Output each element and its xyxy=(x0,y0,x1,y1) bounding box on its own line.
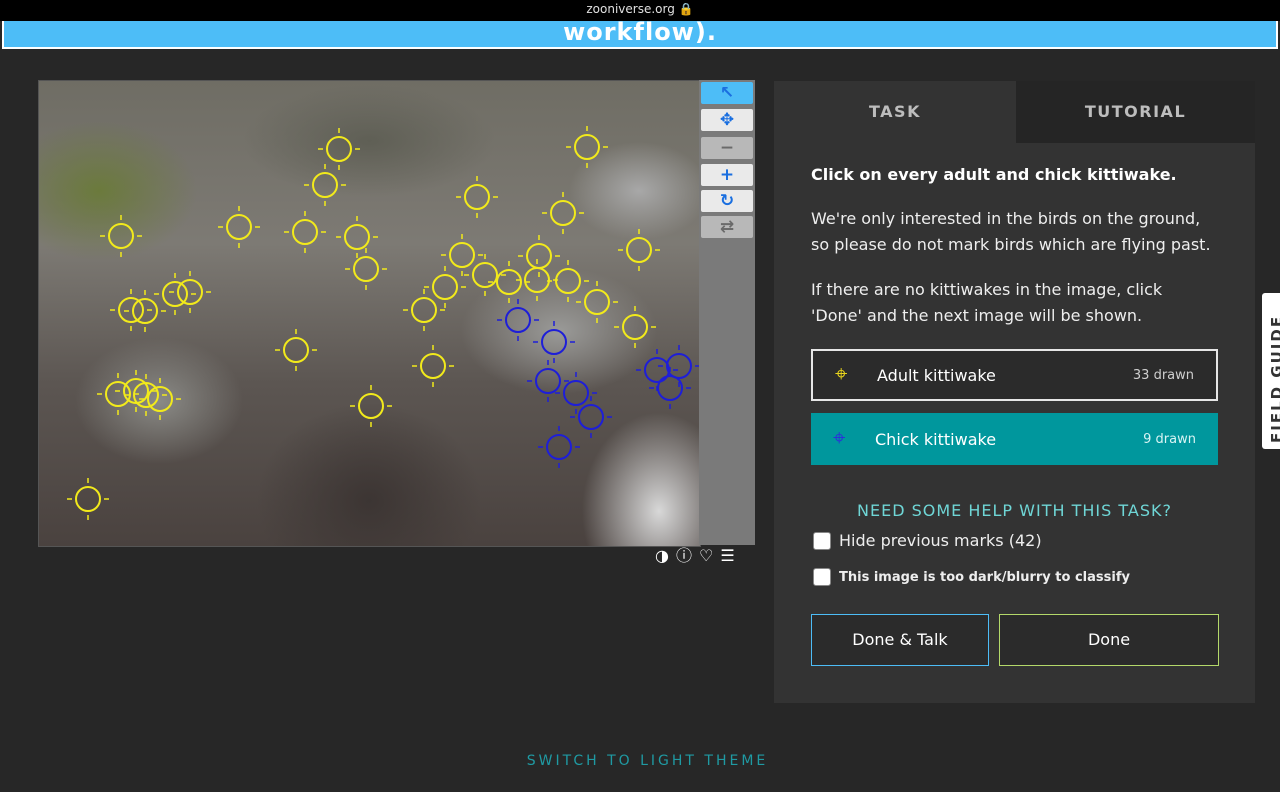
chick-kittiwake-mark[interactable] xyxy=(538,426,580,468)
reset-button[interactable]: ⇄ xyxy=(701,216,753,238)
tool-label: Adult kittiwake xyxy=(877,365,996,385)
adult-kittiwake-tool[interactable]: ⌖ Adult kittiwake 33 drawn xyxy=(811,349,1218,401)
adult-kittiwake-mark[interactable] xyxy=(542,192,584,234)
zoom-in-button[interactable]: + xyxy=(701,164,753,186)
adult-kittiwake-mark[interactable] xyxy=(350,385,392,427)
adult-kittiwake-mark[interactable] xyxy=(403,289,445,331)
instruction-line: We're only interested in the birds on th… xyxy=(811,209,1201,228)
invert-icon[interactable]: ◑ xyxy=(655,547,669,567)
task-question: Click on every adult and chick kittiwake… xyxy=(811,165,1177,184)
adult-kittiwake-mark[interactable] xyxy=(614,306,656,348)
subject-image[interactable] xyxy=(38,80,701,547)
adult-kittiwake-mark[interactable] xyxy=(345,248,387,290)
collections-icon[interactable]: ☰ xyxy=(720,547,734,567)
url-text: zooniverse.org 🔒 xyxy=(586,2,694,16)
adult-kittiwake-mark[interactable] xyxy=(100,215,142,257)
adult-kittiwake-mark[interactable] xyxy=(456,176,498,218)
crosshair-icon: ⌖ xyxy=(835,362,848,387)
done-button[interactable]: Done xyxy=(999,614,1219,666)
adult-kittiwake-mark[interactable] xyxy=(318,128,360,170)
favorite-icon[interactable]: ♡ xyxy=(699,547,713,567)
checkbox-label: This image is too dark/blurry to classif… xyxy=(839,569,1130,585)
browser-url-bar: zooniverse.org 🔒 xyxy=(0,0,1280,21)
plus-icon: + xyxy=(719,164,735,185)
adult-kittiwake-mark[interactable] xyxy=(412,345,454,387)
too-dark-checkbox[interactable]: This image is too dark/blurry to classif… xyxy=(813,568,1130,586)
chick-kittiwake-tool[interactable]: ⌖ Chick kittiwake 9 drawn xyxy=(811,413,1218,465)
tool-count: 9 drawn xyxy=(1143,431,1196,447)
task-instructions-2: If there are no kittiwakes in the image,… xyxy=(811,277,1231,329)
rotate-button[interactable]: ↻ xyxy=(701,190,753,212)
header-banner: workflow). xyxy=(2,21,1278,49)
task-instructions-1: We're only interested in the birds on th… xyxy=(811,206,1231,258)
done-and-talk-button[interactable]: Done & Talk xyxy=(811,614,989,666)
crosshair-icon: ⌖ xyxy=(833,426,846,451)
instruction-line: If there are no kittiwakes in the image,… xyxy=(811,280,1163,299)
zoom-out-button[interactable]: − xyxy=(701,137,753,159)
adult-kittiwake-mark[interactable] xyxy=(547,260,589,302)
chick-kittiwake-mark[interactable] xyxy=(527,360,569,402)
adult-kittiwake-mark[interactable] xyxy=(424,266,466,308)
marks-layer[interactable] xyxy=(39,81,700,546)
adult-kittiwake-mark[interactable] xyxy=(618,229,660,271)
chick-kittiwake-mark[interactable] xyxy=(555,372,597,414)
help-link[interactable]: NEED SOME HELP WITH THIS TASK? xyxy=(774,501,1255,520)
checkbox[interactable] xyxy=(813,531,831,550)
adult-kittiwake-mark[interactable] xyxy=(275,329,317,371)
instruction-line: 'Done' and the next image will be shown. xyxy=(811,306,1143,325)
adult-kittiwake-mark[interactable] xyxy=(518,235,560,277)
move-icon: ✥ xyxy=(719,109,735,130)
adult-kittiwake-mark[interactable] xyxy=(67,478,109,520)
info-icon[interactable]: ⓘ xyxy=(676,547,692,567)
tab-tutorial[interactable]: TUTORIAL xyxy=(1016,81,1255,143)
field-guide-tab[interactable]: FIELD GUIDE xyxy=(1262,293,1280,449)
adult-kittiwake-mark[interactable] xyxy=(284,211,326,253)
rotate-icon: ↻ xyxy=(719,190,735,211)
adult-kittiwake-mark[interactable] xyxy=(576,281,618,323)
theme-switch-link[interactable]: SWITCH TO LIGHT THEME xyxy=(0,753,1280,769)
tab-task[interactable]: TASK xyxy=(774,81,1016,143)
select-tool-button[interactable]: ↖ xyxy=(701,82,753,104)
task-panel: TASK TUTORIAL Click on every adult and c… xyxy=(774,81,1255,703)
chick-kittiwake-mark[interactable] xyxy=(497,299,539,341)
tool-label: Chick kittiwake xyxy=(875,429,997,449)
chick-kittiwake-mark[interactable] xyxy=(570,396,612,438)
task-tabs: TASK TUTORIAL xyxy=(774,81,1255,143)
adult-kittiwake-mark[interactable] xyxy=(218,206,260,248)
adult-kittiwake-mark[interactable] xyxy=(304,164,346,206)
checkbox[interactable] xyxy=(813,568,831,586)
adult-kittiwake-mark[interactable] xyxy=(336,216,378,258)
banner-text: workflow). xyxy=(563,21,717,46)
adult-kittiwake-mark[interactable] xyxy=(441,234,483,276)
subject-meta-tools: ◑ ⓘ ♡ ☰ xyxy=(655,547,735,567)
viewer-toolbar: ↖ ✥ − + ↻ ⇄ xyxy=(699,80,755,545)
checkbox-label: Hide previous marks (42) xyxy=(839,531,1042,550)
adult-kittiwake-mark[interactable] xyxy=(566,126,608,168)
adult-kittiwake-mark[interactable] xyxy=(110,289,152,331)
instruction-line: so please do not mark birds which are fl… xyxy=(811,235,1211,254)
chick-kittiwake-mark[interactable] xyxy=(533,321,575,363)
adult-kittiwake-mark[interactable] xyxy=(124,290,166,332)
adult-kittiwake-mark[interactable] xyxy=(516,259,558,301)
cursor-icon: ↖ xyxy=(719,82,735,103)
pan-tool-button[interactable]: ✥ xyxy=(701,109,753,131)
field-guide-label: FIELD GUIDE xyxy=(1268,314,1280,443)
minus-icon: − xyxy=(719,137,735,158)
hide-marks-checkbox[interactable]: Hide previous marks (42) xyxy=(813,531,1042,550)
reset-icon: ⇄ xyxy=(719,216,735,237)
tool-count: 33 drawn xyxy=(1132,367,1194,383)
